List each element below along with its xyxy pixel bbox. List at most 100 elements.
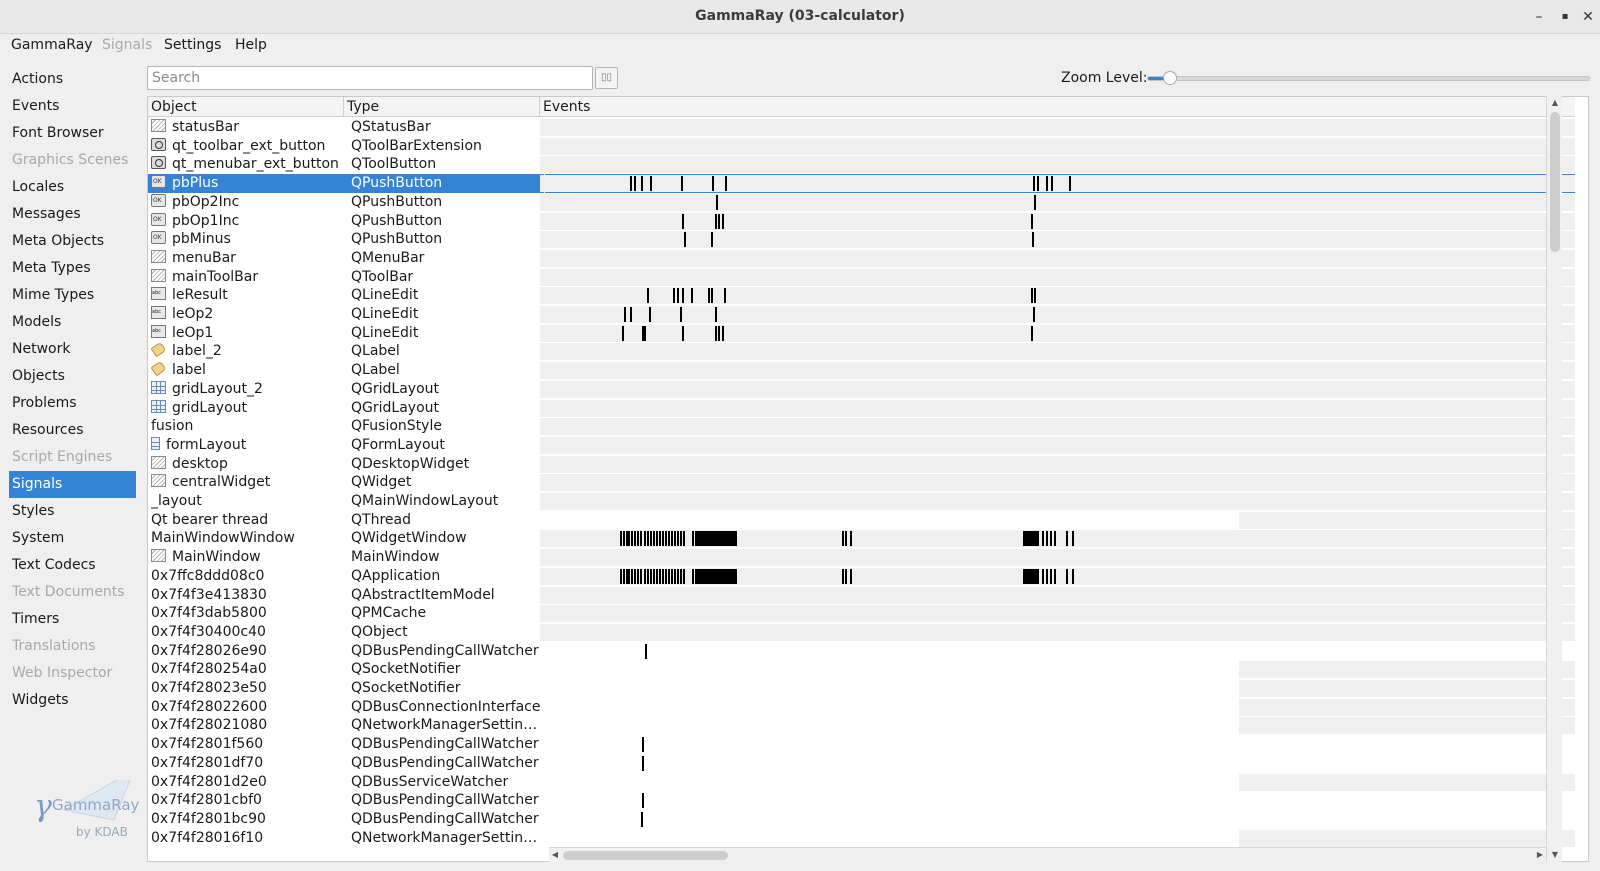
scroll-down-icon[interactable]: ▼ [1547, 848, 1563, 862]
menu-help[interactable]: Help [235, 37, 267, 53]
type-cell: QToolBar [351, 268, 414, 285]
table-row[interactable]: menuBar QMenuBar [148, 249, 1575, 268]
event-timeline-track [540, 380, 1575, 398]
event-mark [845, 568, 847, 584]
sidebar-item-signals[interactable]: Signals [9, 471, 136, 498]
table-row[interactable]: 0x7f4f2801d2e0 QDBusServiceWatcher [148, 773, 1575, 792]
table-row[interactable]: Qt bearer thread QThread [148, 511, 1575, 530]
table-row[interactable]: mainToolBar QToolBar [148, 268, 1575, 287]
table-row[interactable]: MainWindowWindow QWidgetWindow [148, 529, 1575, 548]
close-button[interactable]: ✕ [1577, 6, 1599, 28]
scroll-left-icon[interactable]: ◀ [549, 848, 561, 862]
sidebar-item-meta-objects[interactable]: Meta Objects [9, 228, 136, 255]
table-row[interactable]: 0x7f4f2801f560 QDBusPendingCallWatcher [148, 735, 1575, 754]
table-row[interactable]: 0x7f4f30400c40 QObject [148, 623, 1575, 642]
table-row[interactable]: 0x7f4f28016f10 QNetworkManagerSettin… [148, 829, 1575, 848]
column-header-type[interactable]: Type [344, 97, 540, 117]
table-row[interactable]: gridLayout_2 QGridLayout [148, 380, 1575, 399]
table-row[interactable]: 0x7f4f2801cbf0 QDBusPendingCallWatcher [148, 791, 1575, 810]
sidebar-item-models[interactable]: Models [9, 309, 136, 336]
table-row[interactable]: 0x7f4f280254a0 QSocketNotifier [148, 660, 1575, 679]
sidebar-item-problems[interactable]: Problems [9, 390, 136, 417]
table-row[interactable]: leOp1 QLineEdit [148, 324, 1575, 343]
table-row[interactable]: qt_menubar_ext_button QToolButton [148, 155, 1575, 174]
menu-gammaray[interactable]: GammaRay [11, 37, 93, 53]
sidebar-item-network[interactable]: Network [9, 336, 136, 363]
sidebar-item-widgets[interactable]: Widgets [9, 687, 136, 714]
table-row[interactable]: desktop QDesktopWidget [148, 455, 1575, 474]
sidebar-item-objects[interactable]: Objects [9, 363, 136, 390]
sidebar-item-text-codecs[interactable]: Text Codecs [9, 552, 136, 579]
table-row[interactable]: _layout QMainWindowLayout [148, 492, 1575, 511]
table-row[interactable]: pbPlus QPushButton [148, 174, 1575, 194]
type-cell: QPMCache [351, 605, 427, 622]
table-row[interactable]: label QLabel [148, 361, 1575, 380]
table-row[interactable]: 0x7f4f2801bc90 QDBusPendingCallWatcher [148, 810, 1575, 829]
event-mark [659, 531, 661, 547]
maximize-button[interactable]: ▪ [1554, 6, 1576, 28]
event-mark [640, 531, 642, 547]
sidebar-item-font-browser[interactable]: Font Browser [9, 120, 136, 147]
table-row[interactable]: leOp2 QLineEdit [148, 305, 1575, 324]
scroll-right-icon[interactable]: ▶ [1534, 848, 1546, 862]
horizontal-scroll-thumb[interactable] [563, 851, 728, 860]
type-cell: QGridLayout [351, 399, 439, 416]
event-mark [644, 531, 646, 547]
minimize-button[interactable]: – [1528, 6, 1550, 28]
event-mark [647, 288, 649, 304]
event-mark [641, 176, 643, 192]
sidebar-item-resources[interactable]: Resources [9, 417, 136, 444]
table-row[interactable]: 0x7f4f28026e90 QDBusPendingCallWatcher [148, 642, 1575, 661]
search-field[interactable] [147, 66, 593, 90]
search-input[interactable] [148, 67, 592, 89]
sidebar-item-meta-types[interactable]: Meta Types [9, 255, 136, 282]
sidebar-item-locales[interactable]: Locales [9, 174, 136, 201]
zoom-slider[interactable] [1147, 71, 1590, 85]
horizontal-scrollbar[interactable]: ◀ ▶ [549, 847, 1546, 862]
scroll-up-icon[interactable]: ▲ [1547, 96, 1563, 110]
table-row[interactable]: pbOp1Inc QPushButton [148, 212, 1575, 231]
filter-icon[interactable]: ▯▯ [595, 67, 618, 89]
table-row[interactable]: statusBar QStatusBar [148, 118, 1575, 137]
table-row[interactable]: leResult QLineEdit [148, 286, 1575, 305]
object-name: 0x7f4f280254a0 [151, 661, 267, 678]
menu-signals[interactable]: Signals [102, 37, 152, 53]
table-row[interactable]: formLayout QFormLayout [148, 436, 1575, 455]
sidebar-item-timers[interactable]: Timers [9, 606, 136, 633]
table-row[interactable]: centralWidget QWidget [148, 473, 1575, 492]
table-row[interactable]: 0x7f4f28021080 QNetworkManagerSettin… [148, 716, 1575, 735]
zoom-slider-handle[interactable] [1163, 71, 1178, 85]
object-cell: formLayout [151, 436, 343, 455]
sidebar-item-graphics-scenes: Graphics Scenes [12, 152, 129, 168]
table-row[interactable]: 0x7f4f2801df70 QDBusPendingCallWatcher [148, 754, 1575, 773]
sidebar-item-messages[interactable]: Messages [9, 201, 136, 228]
sidebar-item-styles[interactable]: Styles [9, 498, 136, 525]
table-row[interactable]: MainWindow MainWindow [148, 548, 1575, 567]
object-name: 0x7f4f2801f560 [151, 736, 264, 753]
sidebar-item-events[interactable]: Events [9, 93, 136, 120]
sidebar-item-actions[interactable]: Actions [9, 66, 136, 93]
svg-text:GammaRay: GammaRay [52, 796, 139, 814]
vertical-scrollbar[interactable]: ▲ ▼ [1546, 96, 1562, 862]
table-row[interactable]: gridLayout QGridLayout [148, 399, 1575, 418]
event-timeline-track [1239, 829, 1575, 847]
table-row[interactable]: fusion QFusionStyle [148, 417, 1575, 436]
table-row[interactable]: label_2 QLabel [148, 342, 1575, 361]
column-header-events[interactable]: Events [540, 97, 1575, 117]
table-row[interactable]: 0x7ffc8ddd08c0 QApplication [148, 567, 1575, 586]
table-row[interactable]: 0x7f4f28023e50 QSocketNotifier [148, 679, 1575, 698]
vertical-scroll-thumb[interactable] [1550, 112, 1560, 252]
object-cell: leResult [151, 286, 343, 305]
sidebar-item-mime-types[interactable]: Mime Types [9, 282, 136, 309]
table-row[interactable]: 0x7f4f28022600 QDBusConnectionInterface [148, 698, 1575, 717]
menu-settings[interactable]: Settings [164, 37, 221, 53]
event-mark [725, 176, 727, 192]
table-row[interactable]: 0x7f4f3dab5800 QPMCache [148, 604, 1575, 623]
table-row[interactable]: pbMinus QPushButton [148, 230, 1575, 249]
table-row[interactable]: 0x7f4f3e413830 QAbstractItemModel [148, 586, 1575, 605]
table-row[interactable]: qt_toolbar_ext_button QToolBarExtension [148, 137, 1575, 156]
event-mark [684, 232, 686, 248]
column-header-object[interactable]: Object [148, 97, 344, 117]
sidebar-item-system[interactable]: System [9, 525, 136, 552]
table-row[interactable]: pbOp2Inc QPushButton [148, 193, 1575, 212]
